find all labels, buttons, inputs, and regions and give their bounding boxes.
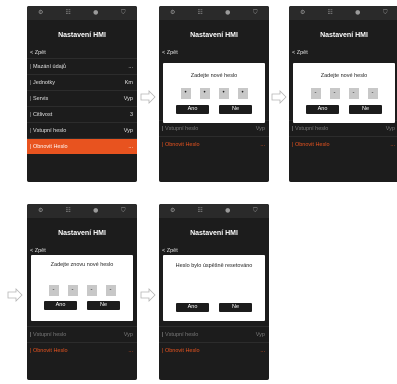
gear-icon[interactable]: ⚙: [167, 204, 179, 218]
info-icon[interactable]: ●: [90, 204, 102, 218]
page-title: Nastavení HMI: [58, 32, 106, 39]
pin-digit[interactable]: •: [199, 88, 210, 99]
pin-digits: - - - -: [31, 285, 133, 296]
yes-button[interactable]: Ano: [176, 303, 209, 312]
gear-icon[interactable]: ⚙: [167, 6, 179, 20]
top-nav-bar: ⚙ ☷ ● ⛉: [27, 6, 137, 20]
pin-digits: - - - -: [293, 88, 395, 99]
success-dialog: Heslo bylo úspěšně resetováno Ano Ne: [163, 255, 265, 321]
top-nav-bar: ⚙ ☷ ● ⛉: [159, 204, 269, 218]
menu-item-entry-password[interactable]: Vstupní hesloVyp: [27, 326, 137, 342]
yes-button[interactable]: Ano: [44, 301, 77, 310]
dialog-message: Zadejte znovu nové heslo: [50, 262, 114, 268]
list-icon[interactable]: ☷: [324, 6, 336, 20]
top-nav-bar: ⚙ ☷ ● ⛉: [27, 204, 137, 218]
info-icon[interactable]: ●: [352, 6, 364, 20]
menu-item-units[interactable]: JednotkyKm: [27, 74, 137, 90]
flow-arrow-icon: [140, 90, 156, 104]
menu-item-reset-password[interactable]: Obnovit Heslo...: [27, 138, 137, 154]
pin-digit[interactable]: •: [218, 88, 229, 99]
page-title: Nastavení HMI: [320, 32, 368, 39]
screen-menu: ⚙ ☷ ● ⛉ Nastavení HMI < Zpět Mazání údaj…: [27, 6, 137, 182]
flow-arrow-icon: [271, 90, 287, 104]
menu-item-reset-password[interactable]: Obnovit Heslo...: [159, 342, 269, 358]
yes-button[interactable]: Ano: [306, 105, 339, 114]
list-icon[interactable]: ☷: [194, 6, 206, 20]
dialog-message: Heslo bylo úspěšně resetováno: [175, 263, 253, 269]
top-nav-bar: ⚙ ☷ ● ⛉: [159, 6, 269, 20]
page-title: Nastavení HMI: [58, 230, 106, 237]
password-dialog: Zadejte znovu nové heslo - - - - Ano Ne: [31, 255, 133, 321]
menu-item-entry-password[interactable]: Vstupní hesloVyp: [27, 122, 137, 138]
flow-arrow-icon: [7, 288, 23, 302]
menu-item-service[interactable]: ServisVyp: [27, 90, 137, 106]
dialog-message: Zadejte nové heslo: [190, 73, 238, 79]
menu-item-sensitivity[interactable]: Citlivost3: [27, 106, 137, 122]
shield-icon[interactable]: ⛉: [249, 204, 261, 218]
pin-digit[interactable]: -: [329, 88, 340, 99]
info-icon[interactable]: ●: [90, 6, 102, 20]
pin-digit[interactable]: •: [180, 88, 191, 99]
list-icon[interactable]: ☷: [194, 204, 206, 218]
page-title: Nastavení HMI: [190, 230, 238, 237]
pin-digit[interactable]: -: [310, 88, 321, 99]
info-icon[interactable]: ●: [222, 204, 234, 218]
pin-digit[interactable]: •: [237, 88, 248, 99]
list-icon[interactable]: ☷: [62, 6, 74, 20]
pin-digit[interactable]: -: [67, 285, 78, 296]
top-nav-bar: ⚙ ☷ ● ⛉: [289, 6, 397, 20]
list-icon[interactable]: ☷: [62, 204, 74, 218]
pin-digit[interactable]: -: [348, 88, 359, 99]
back-button[interactable]: < Zpět: [27, 48, 137, 58]
menu-item-entry-password[interactable]: Vstupní hesloVyp: [159, 326, 269, 342]
menu-item-reset-password[interactable]: Obnovit Heslo...: [159, 136, 269, 152]
shield-icon[interactable]: ⛉: [117, 6, 129, 20]
screen-repeat-new-password: ⚙ ☷ ● ⛉ Nastavení HMI < Zpět Vstupní hes…: [27, 204, 137, 380]
gear-icon[interactable]: ⚙: [35, 6, 47, 20]
screen-enter-new-password: ⚙ ☷ ● ⛉ Nastavení HMI < Zpět Vstupní hes…: [159, 6, 269, 182]
no-button[interactable]: Ne: [87, 301, 120, 310]
page-title: Nastavení HMI: [190, 32, 238, 39]
screen-enter-new-password-empty: ⚙ ☷ ● ⛉ Nastavení HMI < Zpět Vstupní hes…: [289, 6, 397, 182]
pin-digit[interactable]: -: [105, 285, 116, 296]
shield-icon[interactable]: ⛉: [379, 6, 391, 20]
pin-digit[interactable]: -: [86, 285, 97, 296]
menu-item-reset-password[interactable]: Obnovit Heslo...: [27, 342, 137, 358]
pin-digit[interactable]: -: [367, 88, 378, 99]
gear-icon[interactable]: ⚙: [297, 6, 309, 20]
shield-icon[interactable]: ⛉: [249, 6, 261, 20]
menu-item-reset-password[interactable]: Obnovit Heslo...: [289, 136, 397, 152]
no-button[interactable]: Ne: [219, 303, 252, 312]
menu-item-data-reset[interactable]: Mazání údajů...: [27, 58, 137, 74]
dialog-message: Zadejte nové heslo: [320, 73, 368, 79]
yes-button[interactable]: Ano: [176, 105, 209, 114]
flow-arrow-icon: [140, 288, 156, 302]
no-button[interactable]: Ne: [219, 105, 252, 114]
password-dialog: Zadejte nové heslo • • • • Ano Ne: [163, 63, 265, 123]
back-button[interactable]: < Zpět: [289, 48, 397, 58]
pin-digits: • • • •: [163, 88, 265, 99]
screen-password-reset-success: ⚙ ☷ ● ⛉ Nastavení HMI < Zpět Vstupní hes…: [159, 204, 269, 380]
back-button[interactable]: < Zpět: [159, 48, 269, 58]
no-button[interactable]: Ne: [349, 105, 382, 114]
password-dialog: Zadejte nové heslo - - - - Ano Ne: [293, 63, 395, 123]
pin-digit[interactable]: -: [48, 285, 59, 296]
shield-icon[interactable]: ⛉: [117, 204, 129, 218]
info-icon[interactable]: ●: [222, 6, 234, 20]
gear-icon[interactable]: ⚙: [35, 204, 47, 218]
